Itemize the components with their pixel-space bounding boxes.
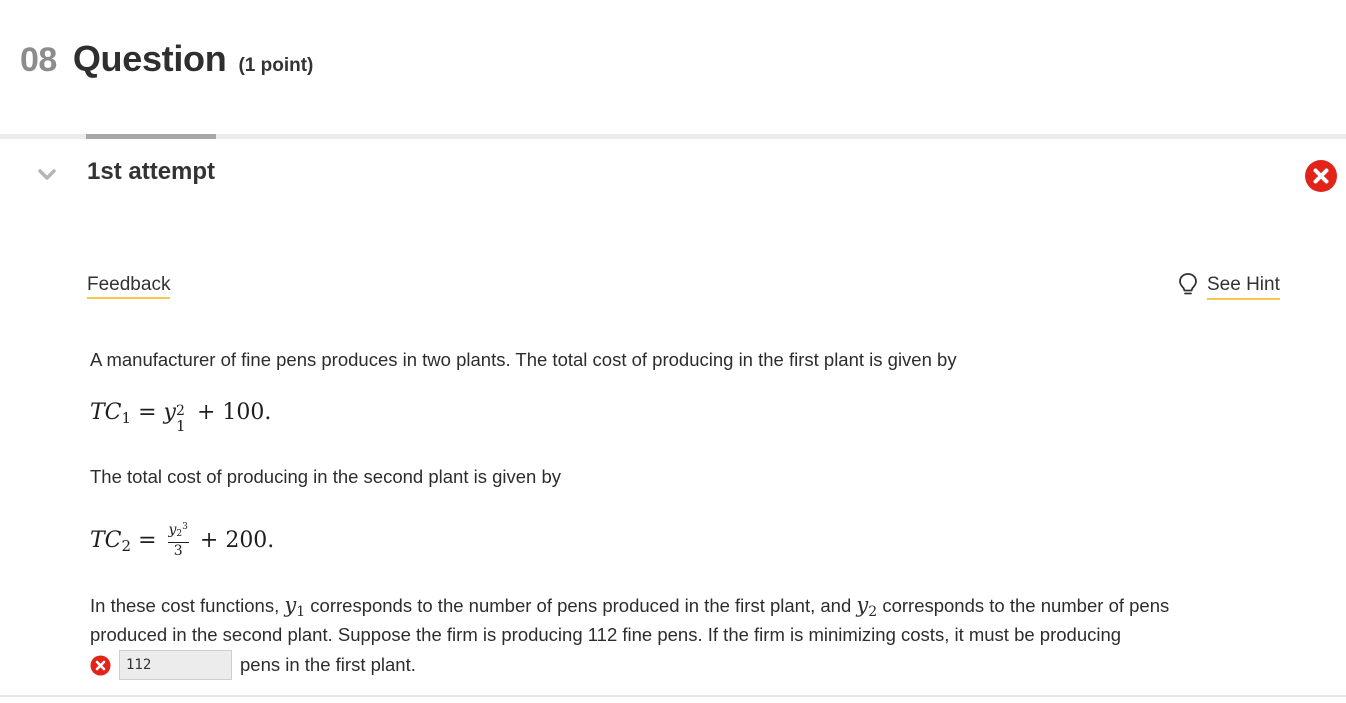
eq2-fraction: y23 3 (167, 520, 189, 559)
chevron-down-icon[interactable] (36, 164, 58, 186)
eq2-num-exp: 3 (182, 522, 188, 532)
attempt-tab-indicator (86, 134, 216, 139)
p3-part-a: In these cost functions, (90, 595, 280, 616)
equation-tc1: TC1 = y21 + 100. (90, 400, 272, 435)
answer-row: pens in the first plant. (90, 650, 416, 680)
p3-var2: y (856, 593, 869, 617)
p3-part-b: corresponds to the number of pens produc… (310, 595, 852, 616)
error-x-icon (90, 655, 111, 676)
question-text-line-4: produced in the second plant. Suppose th… (90, 624, 1122, 645)
question-number: 08 (20, 41, 57, 79)
bottom-divider (0, 695, 1346, 697)
see-hint-button[interactable]: See Hint (1178, 272, 1280, 301)
eq2-den: 3 (173, 543, 183, 559)
lightbulb-icon (1178, 272, 1198, 301)
eq1-var: y (163, 400, 176, 425)
question-points: (1 point) (238, 55, 314, 76)
question-intro-text: A manufacturer of fine pens produces in … (90, 349, 957, 370)
eq1-lhs-sub: 1 (121, 409, 132, 427)
answer-input[interactable] (119, 650, 232, 680)
equation-tc2: TC2 = y23 3 + 200. (90, 520, 275, 559)
see-hint-label: See Hint (1207, 274, 1280, 300)
question-second-text: The total cost of producing in the secon… (90, 466, 562, 487)
eq2-tail: + 200. (199, 528, 275, 553)
p3-var2-sub: 2 (868, 604, 878, 620)
answer-suffix-text: pens in the first plant. (240, 654, 416, 675)
attempt-label[interactable]: 1st attempt (87, 158, 215, 186)
feedback-link[interactable]: Feedback (87, 274, 171, 299)
question-header: 08 Question (1 point) (20, 38, 313, 80)
eq1-tail: + 100. (196, 400, 272, 425)
eq1-lhs: TC (90, 400, 122, 425)
p3-var1: y (284, 593, 297, 617)
eq2-lhs-sub: 2 (121, 537, 132, 555)
error-x-icon (1304, 159, 1338, 193)
eq1-var-sub: 1 (175, 417, 186, 435)
eq2-lhs: TC (90, 528, 122, 553)
question-title: Question (72, 38, 227, 79)
p3-part-c: corresponds to the number of pens (882, 595, 1170, 616)
p3-var1-sub: 1 (296, 604, 306, 620)
